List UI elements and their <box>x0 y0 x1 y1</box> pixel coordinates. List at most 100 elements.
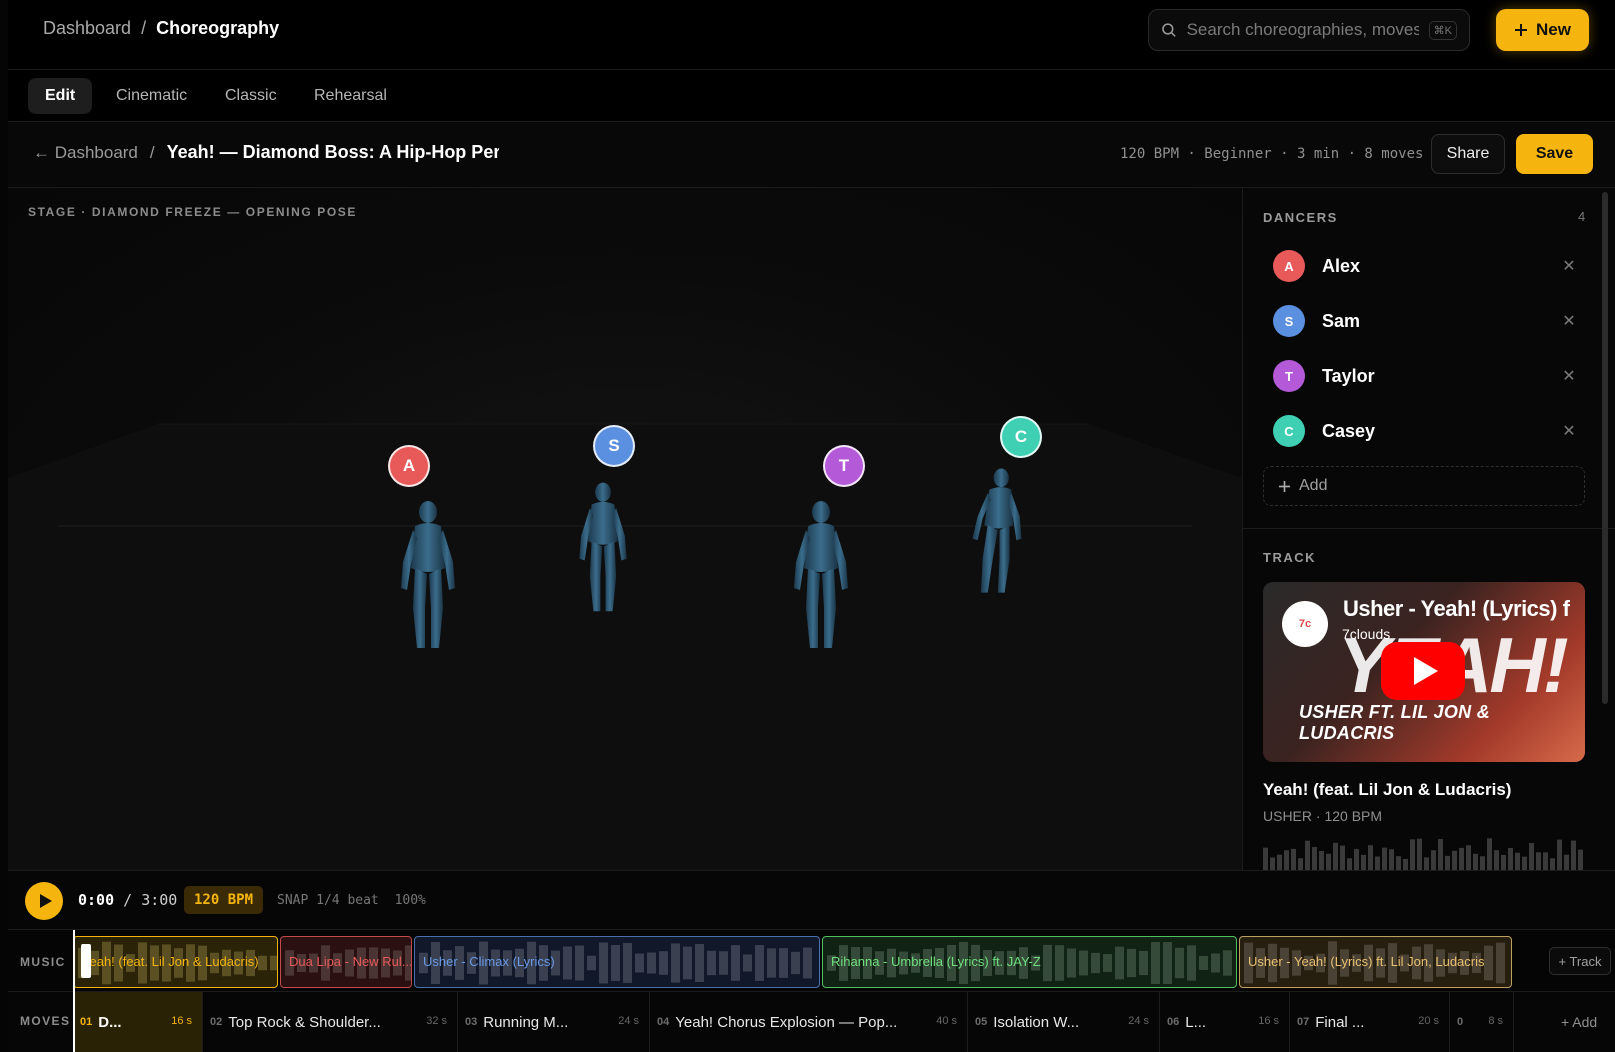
search-box[interactable]: ⌘K <box>1148 9 1470 51</box>
dancer-figure-casey[interactable] <box>963 466 1031 601</box>
music-clip[interactable]: Rihanna - Umbrella (Lyrics) ft. JAY-Z <box>822 936 1237 988</box>
dancer-marker-alex[interactable]: A <box>388 445 430 487</box>
waveform-bar <box>623 943 632 983</box>
move-block[interactable]: 07 Final ... 20 s <box>1290 992 1450 1052</box>
waveform-bar <box>1298 858 1303 870</box>
close-icon[interactable]: ✕ <box>1561 366 1577 386</box>
move-name: Final ... <box>1315 1013 1365 1031</box>
waveform-bar <box>1578 849 1583 870</box>
close-icon[interactable]: ✕ <box>1561 311 1577 331</box>
move-number: 05 <box>975 1016 988 1028</box>
dancer-name: Alex <box>1322 255 1361 276</box>
waveform-bar <box>1508 847 1513 870</box>
waveform-bar <box>1536 852 1541 870</box>
tab-edit[interactable]: Edit <box>28 78 93 114</box>
move-block[interactable]: 03 Running M... 24 s <box>458 992 650 1052</box>
plus-icon <box>1278 480 1291 492</box>
side-panel: DANCERS 4 A Alex ✕ S Sam ✕ T Taylor ✕ C … <box>1242 188 1615 870</box>
tab-rehearsal[interactable]: Rehearsal <box>297 78 404 114</box>
new-button-label: New <box>1536 20 1571 39</box>
dancer-marker-casey[interactable]: C <box>1000 416 1042 458</box>
tab-classic[interactable]: Classic <box>208 78 294 114</box>
music-clip[interactable]: Dua Lipa - New Rul... <box>280 936 412 988</box>
move-number: 0 <box>1457 1016 1464 1028</box>
waveform-bar <box>1163 941 1172 985</box>
dancer-row-casey[interactable]: C Casey ✕ <box>1273 409 1577 453</box>
waveform-bar <box>719 951 728 975</box>
stage-viewport[interactable]: STAGE · DIAMOND FREEZE — OPENING POSE A … <box>8 188 1242 870</box>
close-icon[interactable]: ✕ <box>1561 256 1577 276</box>
waveform-bar <box>1557 839 1562 870</box>
music-clip[interactable]: Usher - Climax (Lyrics) <box>414 936 820 988</box>
breadcrumb-dashboard[interactable]: Dashboard <box>43 18 131 39</box>
play-video-icon[interactable] <box>1381 642 1465 700</box>
waveform-bar <box>1079 950 1088 976</box>
waveform-bar <box>743 954 752 972</box>
dancer-marker-taylor[interactable]: T <box>823 445 865 487</box>
current-time: 0:00 <box>78 891 115 909</box>
dancer-row-sam[interactable]: S Sam ✕ <box>1273 299 1577 343</box>
add-dancer-button[interactable]: Add <box>1263 466 1585 506</box>
waveform-bar <box>1223 950 1232 976</box>
move-name: Top Rock & Shoulder... <box>228 1013 381 1031</box>
music-clip[interactable]: Yeah! (feat. Lil Jon & Ludacris) <box>73 936 278 988</box>
track-waveform <box>1263 838 1583 870</box>
video-title: Usher - Yeah! (Lyrics) f <box>1343 596 1570 621</box>
move-block[interactable]: 02 Top Rock & Shoulder... 32 s <box>203 992 458 1052</box>
dancer-row-taylor[interactable]: T Taylor ✕ <box>1273 354 1577 398</box>
waveform-bar <box>575 945 584 981</box>
move-block[interactable]: 01 D... 16 s <box>73 992 203 1052</box>
video-channel: 7clouds <box>1342 626 1391 642</box>
waveform-bar <box>1175 947 1184 979</box>
moves-track-row: MOVES 01 D... 16 s 02 Top Rock & Shoulde… <box>8 992 1615 1052</box>
waveform-bar <box>1484 945 1493 981</box>
dancer-figure-taylor[interactable] <box>786 498 856 658</box>
dancer-marker-sam[interactable]: S <box>593 425 635 467</box>
video-embed[interactable]: YEAH! 7c Usher - Yeah! (Lyrics) f 7cloud… <box>1263 582 1585 762</box>
waveform-bar <box>803 947 812 979</box>
move-name: Yeah! Chorus Explosion — Pop... <box>675 1013 898 1031</box>
tab-cinematic[interactable]: Cinematic <box>99 78 204 114</box>
divider <box>1243 528 1615 529</box>
move-block[interactable]: 05 Isolation W... 24 s <box>968 992 1160 1052</box>
video-subtitle: USHER FT. LIL JON & LUDACRIS <box>1299 702 1491 743</box>
search-input[interactable] <box>1186 20 1419 40</box>
move-number: 07 <box>1297 1016 1310 1028</box>
move-block[interactable]: 06 L... 16 s <box>1160 992 1290 1052</box>
playhead[interactable] <box>73 930 75 1052</box>
waveform-bar <box>695 943 704 983</box>
total-time: 3:00 <box>141 891 178 909</box>
dancer-row-alex[interactable]: A Alex ✕ <box>1273 244 1577 288</box>
move-block[interactable]: 0 8 s <box>1450 992 1514 1052</box>
share-button[interactable]: Share <box>1431 134 1505 174</box>
move-name: Isolation W... <box>993 1013 1080 1031</box>
waveform-bar <box>731 945 740 981</box>
mode-tabs: Edit Cinematic Classic Rehearsal <box>8 70 1615 122</box>
playhead-handle[interactable] <box>81 944 91 978</box>
new-button[interactable]: New <box>1496 9 1589 51</box>
dancer-figure-alex[interactable] <box>393 498 463 658</box>
move-number: 02 <box>210 1016 223 1028</box>
move-number: 01 <box>80 1016 93 1028</box>
waveform-bar <box>683 946 692 980</box>
add-move-button[interactable]: + Add <box>1561 1014 1597 1030</box>
move-block[interactable]: 04 Yeah! Chorus Explosion — Pop... 40 s <box>650 992 968 1052</box>
bpm-badge[interactable]: 120 BPM <box>184 886 264 914</box>
panel-scrollbar[interactable] <box>1602 192 1608 704</box>
music-clip[interactable]: Usher - Yeah! (Lyrics) ft. Lil Jon, Luda… <box>1239 936 1512 988</box>
close-icon[interactable]: ✕ <box>1561 421 1577 441</box>
waveform-bar <box>635 953 644 973</box>
dancer-figure-sam[interactable] <box>568 480 638 620</box>
plus-icon <box>1515 24 1528 36</box>
play-button[interactable] <box>25 882 63 920</box>
save-button[interactable]: Save <box>1516 134 1593 174</box>
waveform-bar <box>1333 842 1338 870</box>
zoom-level[interactable]: 100% <box>395 893 426 908</box>
project-header: ← Dashboard / Yeah! — Diamond Boss: A Hi… <box>8 122 1615 188</box>
avatar: A <box>1273 250 1305 282</box>
snap-setting[interactable]: SNAP 1/4 beat 100% <box>277 893 426 908</box>
add-track-button[interactable]: + Track <box>1549 947 1611 975</box>
waveform-bar <box>1496 942 1505 984</box>
waveform-bar <box>1396 856 1401 870</box>
back-to-dashboard-link[interactable]: ← Dashboard <box>33 143 138 163</box>
